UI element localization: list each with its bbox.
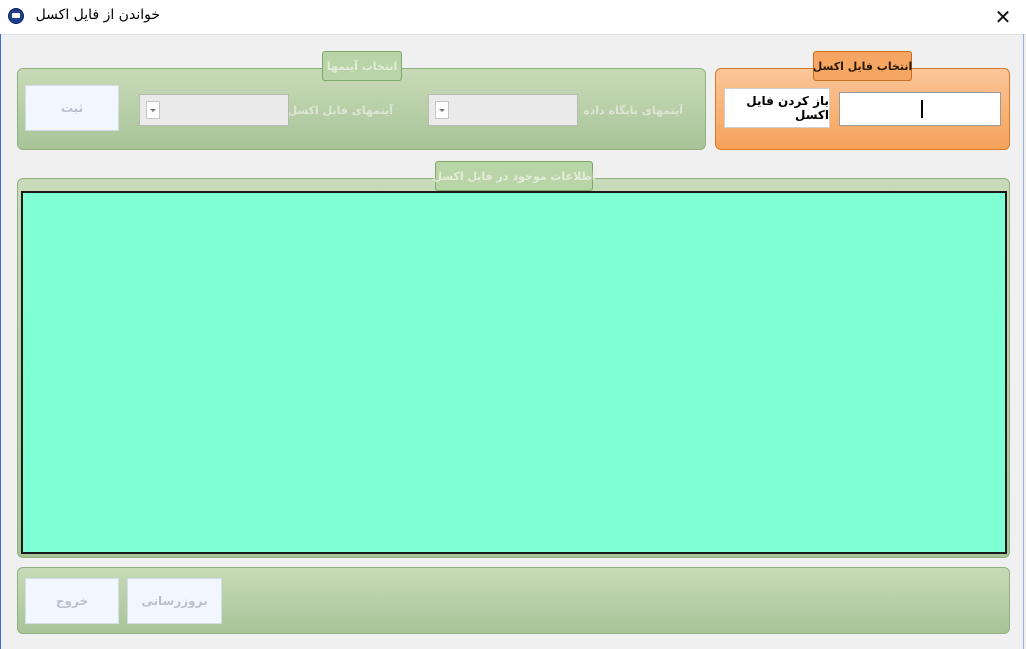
chevron-down-icon	[146, 101, 160, 119]
columns-group-legend: انتخاب آیتمها	[322, 51, 402, 81]
excel-path-input[interactable]	[839, 92, 1001, 126]
text-caret	[921, 100, 923, 118]
exit-button[interactable]: خروج	[25, 578, 119, 624]
window-title: خواندن از فایل اکسل	[35, 7, 160, 23]
db-items-label: آیتمهای پایگاه داده	[583, 104, 683, 117]
excel-items-combo[interactable]	[139, 94, 289, 126]
close-icon: ✕	[994, 5, 1012, 29]
submit-button[interactable]: ثبت	[25, 85, 119, 131]
excel-file-group-legend: انتخاب فایل اکسل	[813, 51, 912, 81]
close-button[interactable]: ✕	[980, 0, 1026, 34]
title-bar: خواندن از فایل اکسل ✕	[0, 0, 1026, 35]
chevron-down-icon	[435, 101, 449, 119]
excel-items-label: آیتمهای فایل اکسل	[287, 104, 393, 117]
open-excel-button[interactable]: باز کردن فایل اکسل	[724, 88, 830, 128]
excel-data-group-legend: اطلاعات موجود در فایل اکسل	[432, 161, 596, 191]
excel-data-grid[interactable]	[21, 191, 1007, 554]
db-items-combo[interactable]	[428, 94, 578, 126]
update-button[interactable]: بروزرسانی	[127, 578, 222, 624]
app-icon	[8, 8, 24, 24]
